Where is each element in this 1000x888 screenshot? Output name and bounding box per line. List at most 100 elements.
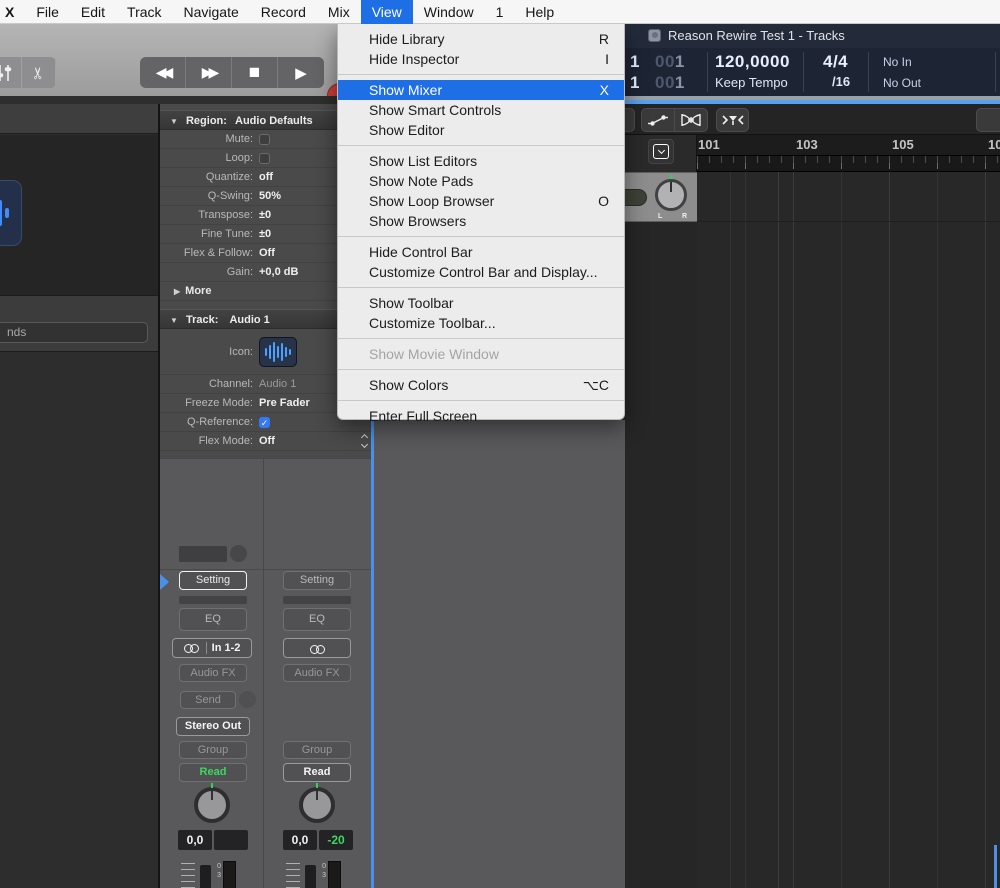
library-search-field[interactable]: nds — [0, 322, 148, 343]
menubar-item-1[interactable]: 1 — [485, 0, 515, 24]
time-signature[interactable]: 4/4 — [823, 52, 848, 72]
track-header-config-button[interactable] — [648, 139, 674, 164]
play-icon: ▶ — [295, 64, 307, 82]
menu-item-hide-control-bar[interactable]: Hide Control Bar — [338, 242, 624, 262]
stop-button[interactable]: ■ — [232, 57, 278, 88]
right-pan-value[interactable]: -20 — [319, 830, 353, 850]
menu-item-hide-inspector[interactable]: Hide InspectorI — [338, 49, 624, 69]
forward-button[interactable]: ▶▶ — [186, 57, 232, 88]
flexfollow-value[interactable]: Off — [259, 244, 275, 262]
lcd-divider — [803, 52, 804, 92]
finetune-value[interactable]: ±0 — [259, 225, 271, 243]
loop-checkbox[interactable] — [259, 153, 270, 164]
right-automation-mode-button[interactable]: Read — [283, 763, 351, 782]
play-button[interactable]: ▶ — [278, 57, 324, 88]
mute-checkbox[interactable] — [259, 134, 270, 145]
menubar-item-app[interactable]: X — [0, 0, 25, 24]
menu-item-show-browsers[interactable]: Show Browsers — [338, 211, 624, 231]
menubar-item-view[interactable]: View — [361, 0, 413, 24]
division-value[interactable]: /16 — [832, 74, 850, 89]
track-header[interactable]: L R — [625, 172, 697, 222]
left-input-button[interactable]: In 1-2 — [172, 638, 252, 658]
rewind-button[interactable]: ◀◀ — [140, 57, 186, 88]
left-setting-button[interactable]: Setting — [179, 571, 247, 590]
menubar-item-edit[interactable]: Edit — [70, 0, 116, 24]
menubar-item-help[interactable]: Help — [514, 0, 565, 24]
track-lanes[interactable] — [697, 172, 1000, 888]
window-title-bar[interactable]: Reason Rewire Test 1 - Tracks — [625, 24, 1000, 48]
left-fader[interactable] — [200, 865, 211, 888]
catch-icon — [721, 114, 745, 126]
menu-item-customize-toolbar[interactable]: Customize Toolbar... — [338, 313, 624, 333]
flex-mode-stepper[interactable] — [362, 435, 367, 449]
right-volume-value[interactable]: 0,0 — [283, 830, 317, 850]
qreference-label: Q-Reference: — [160, 413, 259, 431]
menu-item-show-editor[interactable]: Show Editor — [338, 120, 624, 140]
rewind-icon: ◀◀ — [156, 64, 170, 81]
transpose-value[interactable]: ±0 — [259, 206, 271, 224]
send-knob[interactable] — [239, 691, 256, 708]
scissors-button[interactable]: ✂ — [22, 57, 56, 88]
right-eq-button[interactable]: EQ — [283, 608, 351, 631]
left-eq-button[interactable]: EQ — [179, 608, 247, 631]
menu-item-customize-control-bar[interactable]: Customize Control Bar and Display... — [338, 262, 624, 282]
lcd-divider — [707, 52, 708, 92]
menu-item-show-toolbar[interactable]: Show Toolbar — [338, 293, 624, 313]
qswing-value[interactable]: 50% — [259, 187, 281, 205]
catch-playhead-button[interactable] — [716, 108, 749, 132]
left-pan-knob[interactable] — [194, 787, 230, 823]
right-group-button[interactable]: Group — [283, 741, 351, 759]
menubar-item-record[interactable]: Record — [250, 0, 317, 24]
more-label: More — [185, 285, 211, 297]
right-input-button[interactable] — [283, 638, 351, 658]
menu-separator — [338, 400, 624, 401]
tempo-value[interactable]: 120,0000 — [715, 52, 790, 72]
lcd-display[interactable]: 1 001 1 001 120,0000 Keep Tempo 4/4 /16 … — [625, 48, 1000, 96]
left-volume-value[interactable]: 0,0 — [178, 830, 212, 850]
mixer-sliders-button[interactable] — [0, 57, 22, 88]
track-pan-knob[interactable] — [655, 179, 687, 211]
menubar-item-track[interactable]: Track — [116, 0, 172, 24]
mini-knob[interactable] — [230, 545, 247, 562]
bar-ruler[interactable]: 101 103 105 107 — [697, 135, 1000, 155]
quantize-value[interactable]: off — [259, 168, 273, 186]
flex-button[interactable] — [674, 108, 708, 132]
menu-item-hide-library[interactable]: Hide LibraryR — [338, 29, 624, 49]
disclosure-triangle-icon: ▼ — [170, 316, 178, 325]
menu-item-show-note-pads[interactable]: Show Note Pads — [338, 171, 624, 191]
left-audiofx-button[interactable]: Audio FX — [179, 664, 247, 682]
ruler-tick-strip[interactable] — [697, 155, 1000, 172]
left-group-button[interactable]: Group — [179, 741, 247, 759]
menu-item-show-smart-controls[interactable]: Show Smart Controls — [338, 100, 624, 120]
document-proxy-icon — [648, 29, 661, 42]
right-fader-scale — [286, 863, 300, 888]
left-automation-mode-button[interactable]: Read — [179, 763, 247, 782]
freeze-mode-value[interactable]: Pre Fader — [259, 394, 310, 412]
left-send-button[interactable]: Send — [180, 691, 236, 709]
menu-item-show-colors[interactable]: Show Colors⌥C — [338, 375, 624, 395]
menu-item-enter-full-screen[interactable]: Enter Full Screen — [338, 406, 624, 426]
menubar-item-navigate[interactable]: Navigate — [173, 0, 250, 24]
right-setting-button[interactable]: Setting — [283, 571, 351, 590]
menu-item-show-mixer[interactable]: Show MixerX — [338, 80, 624, 100]
partial-right-button[interactable] — [976, 108, 1000, 132]
menubar-item-mix[interactable]: Mix — [317, 0, 361, 24]
left-pan-value[interactable] — [214, 830, 248, 850]
right-audiofx-button[interactable]: Audio FX — [283, 664, 351, 682]
automation-button[interactable] — [641, 108, 674, 132]
flex-mode-value[interactable]: Off — [259, 432, 275, 450]
menubar-item-file[interactable]: File — [25, 0, 70, 24]
region-header-label: Region: — [186, 115, 227, 127]
playhead-beats: 001 — [655, 52, 685, 72]
right-fader[interactable] — [305, 865, 316, 888]
menu-item-show-list-editors[interactable]: Show List Editors — [338, 151, 624, 171]
track-icon-button[interactable] — [259, 337, 297, 367]
right-pan-knob[interactable] — [299, 787, 335, 823]
scissors-icon: ✂ — [29, 66, 49, 79]
menubar-item-window[interactable]: Window — [413, 0, 485, 24]
left-output-button[interactable]: Stereo Out — [176, 717, 250, 736]
menu-item-show-loop-browser[interactable]: Show Loop BrowserO — [338, 191, 624, 211]
qreference-checkbox[interactable]: ✓ — [259, 417, 270, 428]
tempo-mode[interactable]: Keep Tempo — [715, 75, 788, 90]
gain-value[interactable]: +0,0 dB — [259, 263, 298, 281]
